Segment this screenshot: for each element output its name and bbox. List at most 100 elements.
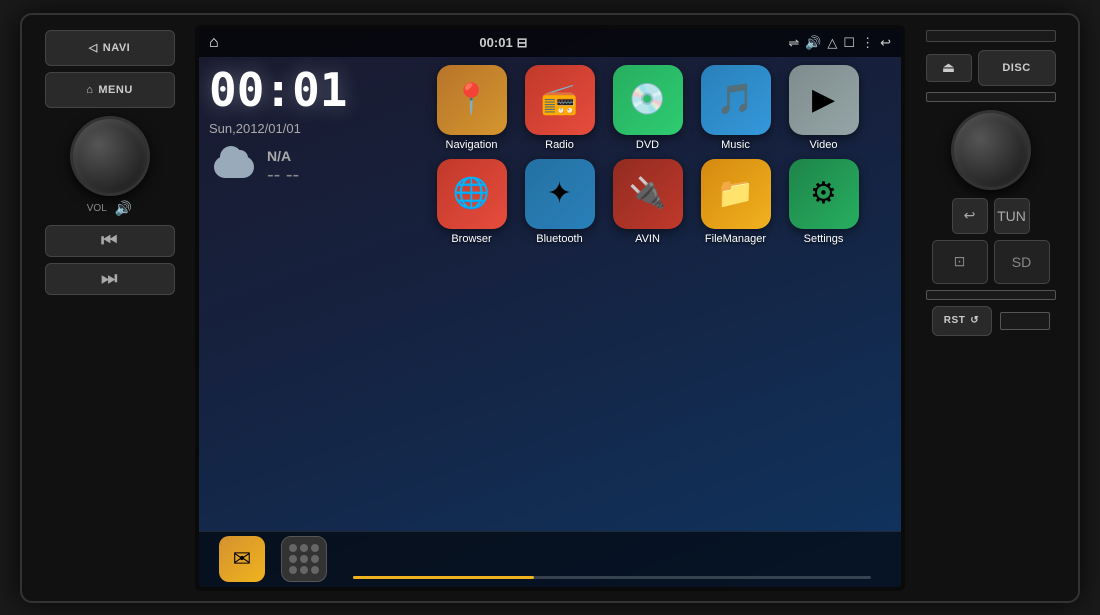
bottom-dock: ✉ [199, 531, 901, 587]
status-bar: ⌂ 00:01 ⊟ ⇌ 🔊 △ ☐ ⋮ ↩ [199, 29, 901, 57]
app-bluetooth[interactable]: ✦ Bluetooth [520, 159, 600, 245]
android-screen: ⌂ 00:01 ⊟ ⇌ 🔊 △ ☐ ⋮ ↩ 0 [199, 29, 901, 587]
app-label-bluetooth: Bluetooth [536, 233, 582, 245]
app-label-dvd: DVD [636, 139, 659, 151]
status-right: ⇌ 🔊 △ ☐ ⋮ ↩ [788, 35, 891, 51]
weather-info: N/A -- -- [267, 148, 299, 187]
app-filemanager[interactable]: 📁 FileManager [696, 159, 776, 245]
next-track-button[interactable]: ⏭ [45, 263, 175, 295]
status-sound-icon: 🔊 [805, 35, 821, 51]
dots-grid [289, 544, 319, 574]
status-time: 00:01 [479, 35, 512, 50]
navi-icon: ◁ [89, 41, 98, 54]
disc-label: DISC [1002, 62, 1030, 74]
menu-label: MENU [98, 84, 132, 96]
main-content: 00:01 Sun,2012/01/01 N/A -- -- 📍Na [199, 57, 901, 531]
app-icon-settings: ⚙ [789, 159, 859, 229]
dock-progress-indicator [353, 576, 871, 579]
status-left: ⌂ [209, 34, 219, 52]
app-icon-avin: 🔌 [613, 159, 683, 229]
speaker-icon: 🔊 [115, 200, 132, 217]
app-icon-browser: 🌐 [437, 159, 507, 229]
app-icon-music: 🎵 [701, 65, 771, 135]
status-usb-icon: ⇌ [788, 35, 799, 51]
rst-row: RST ↺ [926, 306, 1056, 336]
clock-display: 00:01 [209, 67, 384, 113]
app-icon-dvd: 💿 [613, 65, 683, 135]
sd-icon: SD [1012, 254, 1031, 270]
screen-bezel: ⌂ 00:01 ⊟ ⇌ 🔊 △ ☐ ⋮ ↩ 0 [195, 25, 905, 591]
app-label-music: Music [721, 139, 750, 151]
app-video[interactable]: ▶ Video [784, 65, 864, 151]
volume-knob[interactable] [70, 116, 150, 196]
app-label-filemanager: FileManager [705, 233, 766, 245]
usb-port [1000, 312, 1050, 330]
eject-icon: ⏏ [942, 59, 955, 76]
tuning-knob[interactable] [951, 110, 1031, 190]
back-icon: ↩ [964, 207, 976, 224]
rst-icon: ↺ [970, 315, 979, 326]
app-label-radio: Radio [545, 139, 574, 151]
info-panel: 00:01 Sun,2012/01/01 N/A -- -- [199, 57, 394, 531]
apps-row-2: 🌐 Browser ✦ Bluetooth 🔌 AVIN 📁 FileManager ⚙Sett… [400, 159, 895, 245]
navi-label: NAVI [103, 42, 130, 54]
vol-label: VOL [87, 203, 107, 214]
tun-label: TUN [997, 208, 1026, 224]
rst-label: RST [944, 315, 966, 326]
apps-panel: 📍 Navigation 📻Radio💿 DVD 🎵 Music ▶ Video 🌐 Brows… [394, 57, 901, 531]
right-knob-area [951, 110, 1031, 190]
media-slot-1[interactable]: ⊡ [932, 240, 988, 284]
media-slot-2[interactable]: SD [994, 240, 1050, 284]
status-back-icon[interactable]: ↩ [880, 35, 891, 51]
app-icon-navigation: 📍 [437, 65, 507, 135]
home-icon[interactable]: ⌂ [209, 34, 219, 52]
menu-icon: ⌂ [86, 84, 93, 96]
status-more-icon[interactable]: ⋮ [861, 35, 874, 51]
back-tun-row: ↩ TUN [952, 198, 1030, 234]
app-label-navigation: Navigation [446, 139, 498, 151]
car-head-unit: ◁ NAVI ⌂ MENU VOL 🔊 ⏮ ⏭ ⌂ [20, 13, 1080, 603]
right-panel: ⏏ DISC ↩ TUN ⊡ SD [913, 25, 1068, 591]
tun-button[interactable]: TUN [994, 198, 1030, 234]
media-disc-slot [926, 290, 1056, 300]
prev-track-button[interactable]: ⏮ [45, 225, 175, 257]
disc-button[interactable]: DISC [978, 50, 1056, 86]
messages-icon: ✉ [233, 546, 251, 572]
app-dvd[interactable]: 💿 DVD [608, 65, 688, 151]
left-panel: ◁ NAVI ⌂ MENU VOL 🔊 ⏮ ⏭ [32, 25, 187, 591]
dock-messages-button[interactable]: ✉ [219, 536, 265, 582]
right-media-slots: ⊡ SD [932, 240, 1050, 284]
status-msg-icon: ⊟ [517, 35, 528, 51]
app-icon-video: ▶ [789, 65, 859, 135]
apps-row-1: 📍 Navigation 📻Radio💿 DVD 🎵 Music ▶ Video [400, 65, 895, 151]
cloud-shape [214, 156, 254, 178]
weather-dashes: -- -- [267, 164, 299, 187]
volume-knob-area: VOL 🔊 [45, 116, 175, 217]
dock-apps-button[interactable] [281, 536, 327, 582]
app-avin[interactable]: 🔌 AVIN [608, 159, 688, 245]
app-music[interactable]: 🎵 Music [696, 65, 776, 151]
app-label-browser: Browser [451, 233, 491, 245]
app-navigation[interactable]: 📍 Navigation [432, 65, 512, 151]
back-button[interactable]: ↩ [952, 198, 988, 234]
navi-button[interactable]: ◁ NAVI [45, 30, 175, 66]
app-icon-bluetooth: ✦ [525, 159, 595, 229]
app-icon-filemanager: 📁 [701, 159, 771, 229]
status-cd-icon: △ [827, 35, 837, 51]
prev-icon: ⏮ [101, 230, 118, 251]
app-label-avin: AVIN [635, 233, 660, 245]
disc-slot [926, 92, 1056, 102]
app-label-video: Video [810, 139, 838, 151]
top-disc-slot [926, 30, 1056, 42]
status-screen-icon: ☐ [843, 35, 855, 51]
app-radio[interactable]: 📻Radio [520, 65, 600, 151]
status-center: 00:01 ⊟ [479, 35, 527, 51]
app-settings[interactable]: ⚙Settings [784, 159, 864, 245]
weather-widget: N/A -- -- [209, 148, 384, 188]
date-display: Sun,2012/01/01 [209, 121, 384, 136]
menu-button[interactable]: ⌂ MENU [45, 72, 175, 108]
app-browser[interactable]: 🌐 Browser [432, 159, 512, 245]
rst-button[interactable]: RST ↺ [932, 306, 992, 336]
next-icon: ⏭ [101, 268, 118, 289]
eject-button[interactable]: ⏏ [926, 54, 972, 82]
